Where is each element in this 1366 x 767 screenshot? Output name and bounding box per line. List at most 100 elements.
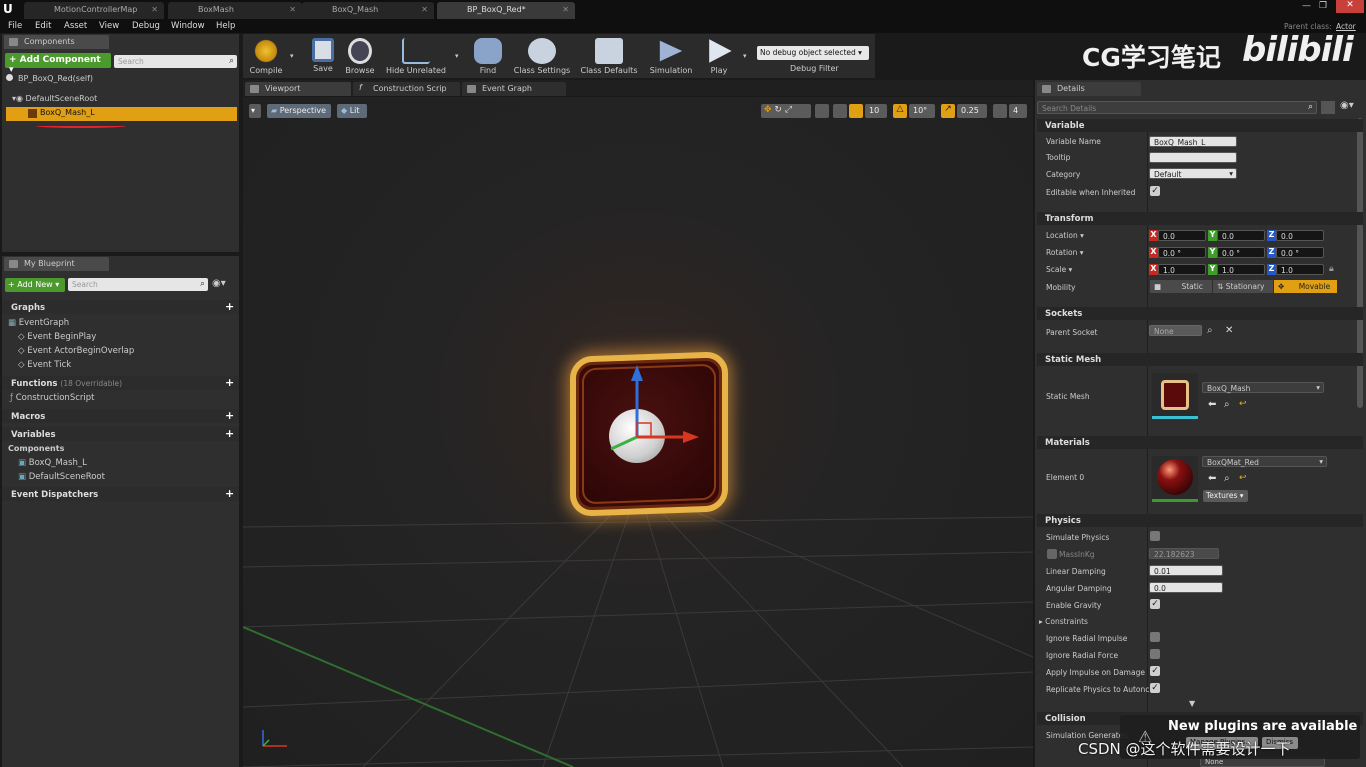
perspective-button[interactable]: ▰ Perspective (267, 104, 331, 118)
use-selected-icon[interactable]: ⬅ (1208, 399, 1216, 410)
event-item[interactable]: ◇ Event ActorBeginOverlap (18, 346, 134, 356)
apply-impulse-checkbox[interactable]: ✓ (1150, 666, 1160, 676)
constraints-label[interactable]: ▸ Constraints (1039, 617, 1088, 626)
eye-icon[interactable]: ◉▾ (212, 278, 232, 291)
add-dispatcher-icon[interactable]: + (225, 488, 234, 499)
static-mesh-section[interactable]: Static Mesh (1037, 353, 1363, 366)
rotation-z-input[interactable]: 0.0 ° (1276, 247, 1324, 258)
class-settings-button[interactable]: Class Settings (512, 36, 572, 78)
details-tab[interactable]: Details (1037, 82, 1141, 96)
surface-snap-icon[interactable] (833, 104, 847, 118)
materials-section[interactable]: Materials (1037, 436, 1363, 449)
event-item[interactable]: ◇ Event Tick (18, 360, 71, 370)
my-blueprint-tab[interactable]: My Blueprint (4, 257, 109, 271)
variables-header[interactable]: Variables + (2, 427, 239, 441)
compile-options-chevron-icon[interactable]: ▾ (290, 52, 294, 60)
unreal-logo-icon[interactable]: U (3, 2, 19, 17)
tree-item-default-scene-root[interactable]: ▾◉ DefaultSceneRoot (12, 94, 97, 103)
tab-boxmash[interactable]: BoxMash ✕ (168, 2, 302, 19)
category-select[interactable]: Default ▾ (1149, 168, 1237, 179)
mobility-static-button[interactable]: ■ Static (1150, 280, 1212, 293)
menu-file[interactable]: File (8, 21, 22, 31)
functions-header[interactable]: Functions (18 Overridable) + (2, 376, 239, 390)
world-local-icon[interactable] (815, 104, 829, 118)
viewport-options-button[interactable]: ▾ (249, 104, 261, 118)
mass-override-checkbox[interactable] (1047, 549, 1057, 559)
location-y-input[interactable]: 0.0 (1217, 230, 1265, 241)
static-mesh-thumbnail[interactable] (1152, 373, 1198, 419)
event-dispatchers-header[interactable]: Event Dispatchers + (2, 487, 239, 501)
compile-button[interactable]: Compile (245, 36, 287, 78)
add-variable-icon[interactable]: + (225, 428, 234, 439)
lock-icon[interactable]: 🔒︎ (1329, 264, 1334, 274)
scale-x-input[interactable]: 1.0 (1158, 264, 1206, 275)
static-mesh-select[interactable]: BoxQ_Mash ▾ (1202, 382, 1324, 393)
sockets-section[interactable]: Sockets (1037, 307, 1363, 320)
browse-asset-icon[interactable]: ⌕ (1224, 473, 1230, 484)
mobility-stationary-button[interactable]: ⇅ Stationary (1213, 280, 1273, 293)
add-graph-icon[interactable]: + (225, 301, 234, 312)
search-socket-icon[interactable]: ⌕ (1207, 325, 1213, 336)
blueprint-self-item[interactable]: BP_BoxQ_Red(self) (6, 74, 93, 83)
scale-label[interactable]: Scale ▾ (1046, 265, 1072, 274)
play-options-chevron-icon[interactable]: ▾ (743, 52, 747, 60)
location-x-input[interactable]: 0.0 (1158, 230, 1206, 241)
rotation-label[interactable]: Rotation ▾ (1046, 248, 1084, 257)
replicate-physics-checkbox[interactable]: ✓ (1150, 683, 1160, 693)
construction-script-item[interactable]: ƒ ConstructionScript (10, 393, 94, 403)
simulate-physics-checkbox[interactable] (1150, 531, 1160, 541)
viewport[interactable]: ▾ ▰ Perspective ◆ Lit ✥ ↻ ⤢ 10 △ 10° ↗ 0… (243, 97, 1033, 767)
tab-event-graph[interactable]: Event Graph (462, 82, 566, 96)
transform-section[interactable]: Transform (1037, 212, 1363, 225)
translate-icon[interactable]: ✥ (764, 105, 772, 115)
rotation-x-input[interactable]: 0.0 ° (1158, 247, 1206, 258)
play-button[interactable]: Play (700, 36, 738, 78)
reset-icon[interactable]: ↩ (1239, 473, 1247, 483)
camera-speed-icon[interactable] (993, 104, 1007, 118)
physics-section[interactable]: Physics (1037, 514, 1363, 527)
browse-button[interactable]: Browse (342, 36, 378, 78)
close-icon[interactable]: ✕ (562, 5, 569, 14)
use-selected-icon[interactable]: ⬅ (1208, 473, 1216, 484)
material-select[interactable]: BoxQMat_Red ▾ (1202, 456, 1327, 467)
save-button[interactable]: Save (306, 36, 340, 78)
scale-z-input[interactable]: 1.0 (1276, 264, 1324, 275)
debug-object-select[interactable]: No debug object selected ▾ (757, 46, 869, 60)
menu-asset[interactable]: Asset (64, 21, 87, 31)
parent-socket-input[interactable]: None (1149, 325, 1202, 336)
ignore-radial-impulse-checkbox[interactable] (1150, 632, 1160, 642)
menu-view[interactable]: View (99, 21, 119, 31)
details-search-input[interactable]: Search Details ⌕ (1037, 101, 1317, 114)
add-component-button[interactable]: + Add Component ▾ (5, 53, 111, 75)
location-label[interactable]: Location ▾ (1046, 231, 1084, 240)
find-button[interactable]: Find (470, 36, 506, 78)
simulation-button[interactable]: Simulation (648, 36, 694, 78)
rotation-snap-icon[interactable]: △ (893, 104, 907, 118)
property-matrix-icon[interactable] (1321, 101, 1335, 114)
components-tab[interactable]: Components (4, 35, 109, 49)
rotation-y-input[interactable]: 0.0 ° (1217, 247, 1265, 258)
tab-bp-boxq-red[interactable]: BP_BoxQ_Red* ✕ (437, 2, 575, 19)
menu-help[interactable]: Help (216, 21, 235, 31)
enable-gravity-checkbox[interactable]: ✓ (1150, 599, 1160, 609)
camera-speed-value[interactable]: 4 (1009, 104, 1027, 118)
lit-button[interactable]: ◆ Lit (337, 104, 367, 118)
clear-socket-icon[interactable]: ✕ (1225, 325, 1233, 336)
visibility-eye-icon[interactable]: ◉▾ (1340, 100, 1354, 111)
variable-section[interactable]: Variable (1037, 119, 1363, 132)
close-window-button[interactable]: ✕ (1336, 0, 1364, 13)
hide-unrelated-chevron-icon[interactable]: ▾ (455, 52, 459, 60)
component-variable-item[interactable]: ▣ BoxQ_Mash_L (18, 458, 87, 468)
add-new-button[interactable]: + Add New ▾ (5, 278, 65, 292)
tab-motioncontrollermap[interactable]: MotionControllerMap ✕ (24, 2, 164, 19)
variable-name-input[interactable]: BoxQ_Mash_L (1149, 136, 1237, 147)
add-function-icon[interactable]: + (225, 377, 234, 388)
menu-window[interactable]: Window (171, 21, 205, 31)
scale-y-input[interactable]: 1.0 (1217, 264, 1265, 275)
menu-debug[interactable]: Debug (132, 21, 160, 31)
close-icon[interactable]: ✕ (151, 5, 158, 14)
location-z-input[interactable]: 0.0 (1276, 230, 1324, 241)
tooltip-input[interactable] (1149, 152, 1237, 163)
tab-construction-script[interactable]: f Construction Scrip (353, 82, 460, 96)
macros-header[interactable]: Macros + (2, 409, 239, 423)
